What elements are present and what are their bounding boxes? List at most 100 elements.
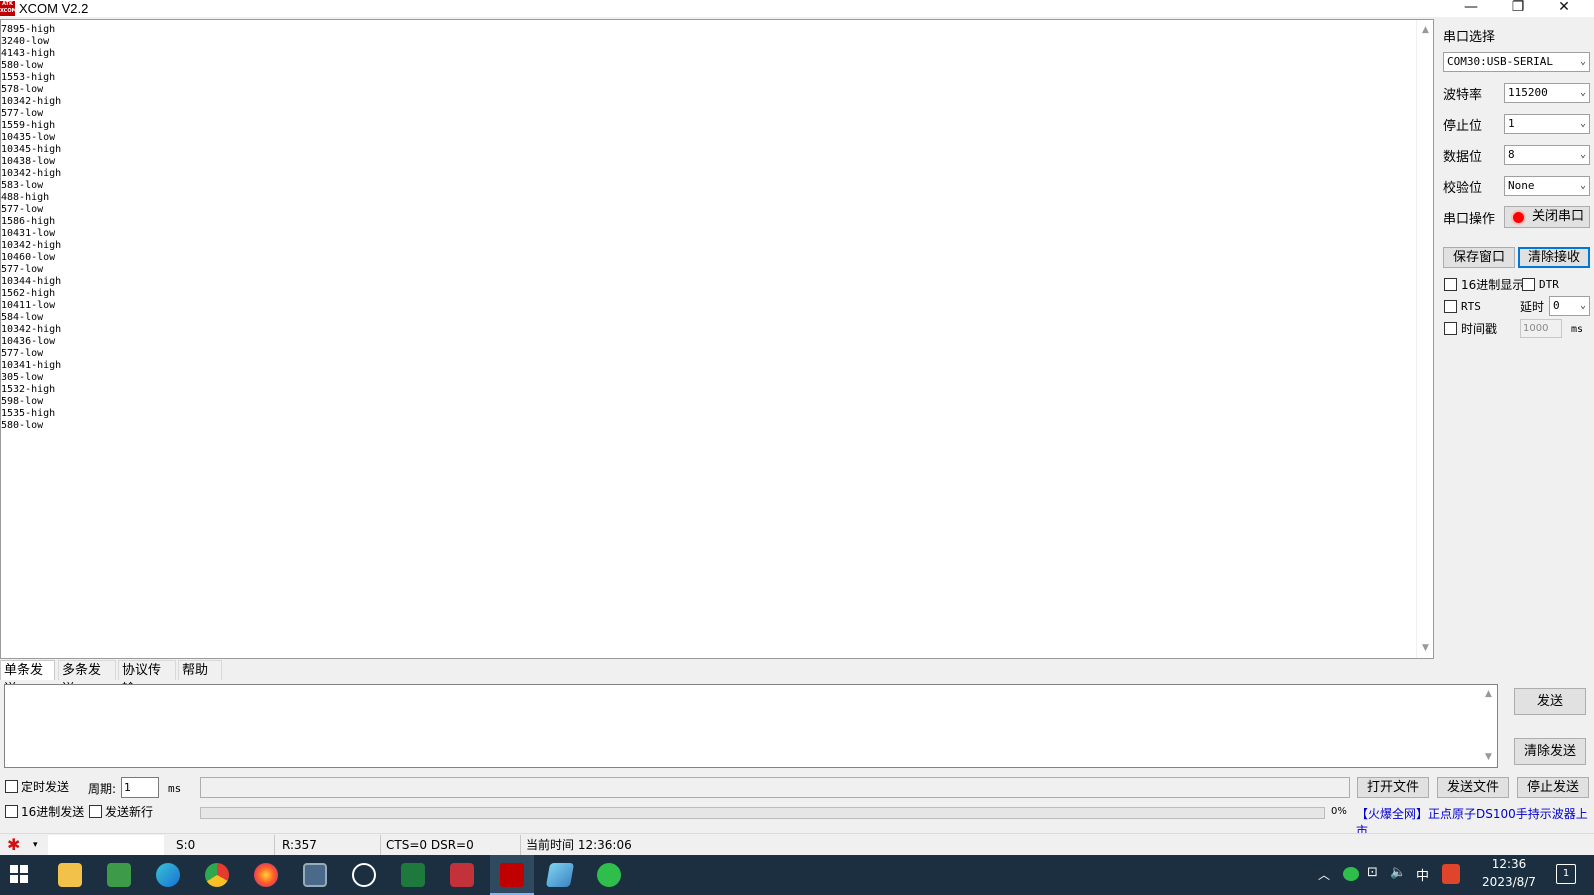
receive-scrollbar[interactable]: ▲ ▼ bbox=[1416, 20, 1433, 658]
title-bar: ATK XCOM XCOM V2.2 — ❐ ✕ bbox=[0, 0, 1594, 17]
send-progress-bar bbox=[200, 807, 1325, 819]
close-button[interactable]: ✕ bbox=[1542, 0, 1586, 17]
timestamp-input[interactable]: 1000 bbox=[1520, 319, 1562, 338]
hex-display-label: 16进制显示 bbox=[1461, 278, 1525, 292]
status-bar: ✱ ▾ S:0 R:357 CTS=0 DSR=0 DCD=0 当前时间 12:… bbox=[0, 833, 1594, 872]
windows-start-icon[interactable] bbox=[10, 865, 28, 883]
chevron-down-icon: ⌄ bbox=[1579, 180, 1586, 191]
hex-send-checkbox[interactable] bbox=[5, 805, 18, 818]
tab-help[interactable]: 帮助 bbox=[178, 660, 222, 680]
dtr-label: DTR bbox=[1539, 278, 1559, 291]
wechat-icon[interactable] bbox=[597, 863, 621, 887]
chrome-browser-icon[interactable] bbox=[205, 863, 229, 887]
tray-expand-icon[interactable]: ︿ bbox=[1318, 866, 1330, 883]
receive-log: 7895-high 3240-low 4143-high 580-low 155… bbox=[1, 24, 62, 431]
data-bits-select[interactable]: 8 ⌄ bbox=[1504, 145, 1590, 165]
delay-select[interactable]: 0 ⌄ bbox=[1549, 296, 1590, 316]
open-file-button[interactable]: 打开文件 bbox=[1357, 777, 1429, 798]
clock-time[interactable]: 12:36 bbox=[1486, 857, 1532, 871]
dtr-checkbox[interactable] bbox=[1522, 278, 1535, 291]
status-command-input[interactable] bbox=[48, 835, 164, 855]
volume-icon[interactable]: 🔈 bbox=[1390, 865, 1406, 880]
port-select[interactable]: COM30:USB-SERIAL ⌄ bbox=[1443, 52, 1590, 72]
delay-value: 0 bbox=[1553, 299, 1560, 312]
rts-label: RTS bbox=[1461, 300, 1481, 313]
tab-single-send[interactable]: 单条发送 bbox=[0, 660, 55, 697]
send-newline-label: 发送新行 bbox=[105, 805, 154, 819]
tab-protocol[interactable]: 协议传输 bbox=[118, 660, 176, 697]
ime-indicator[interactable]: 中 bbox=[1416, 865, 1429, 884]
delay-label: 延时 bbox=[1520, 300, 1545, 314]
send-progress-percent: 0% bbox=[1331, 806, 1347, 817]
send-newline-checkbox[interactable] bbox=[89, 805, 102, 818]
period-input[interactable]: 1 bbox=[121, 777, 159, 798]
timestamp-ms-label: ms bbox=[1571, 324, 1584, 335]
parity-value: None bbox=[1508, 179, 1535, 192]
chevron-down-icon: ⌄ bbox=[1579, 300, 1586, 311]
data-bits-value: 8 bbox=[1508, 148, 1515, 161]
period-ms-label: ms bbox=[168, 782, 182, 795]
clear-send-button[interactable]: 清除发送 bbox=[1514, 738, 1586, 765]
timed-send-label: 定时发送 bbox=[21, 780, 70, 794]
xcom-taskbar-button[interactable] bbox=[490, 855, 534, 895]
window-title: XCOM V2.2 bbox=[19, 1, 89, 16]
baud-label: 波特率 bbox=[1443, 88, 1483, 103]
app-logo-icon: ATK XCOM bbox=[0, 1, 15, 16]
file-path-input[interactable] bbox=[200, 777, 1350, 798]
tab-multi-send[interactable]: 多条发送 bbox=[58, 660, 116, 697]
firefox-browser-icon[interactable] bbox=[254, 863, 278, 887]
send-file-button[interactable]: 发送文件 bbox=[1437, 777, 1509, 798]
scroll-down-icon[interactable]: ▼ bbox=[1417, 640, 1434, 657]
calculator-icon[interactable] bbox=[303, 863, 327, 887]
port-op-label: 串口操作 bbox=[1443, 212, 1496, 227]
data-bits-label: 数据位 bbox=[1443, 150, 1483, 165]
stop-bits-value: 1 bbox=[1508, 117, 1515, 130]
parity-select[interactable]: None ⌄ bbox=[1504, 176, 1590, 196]
clock-date[interactable]: 2023/8/7 bbox=[1474, 875, 1544, 889]
signal-app-icon[interactable] bbox=[450, 863, 474, 887]
file-explorer-icon[interactable] bbox=[58, 863, 82, 887]
network-icon[interactable]: ⊡ bbox=[1367, 865, 1378, 880]
notification-icon[interactable]: 1 bbox=[1556, 864, 1576, 884]
chatgpt-icon[interactable] bbox=[352, 863, 376, 887]
stop-send-button[interactable]: 停止发送 bbox=[1517, 777, 1589, 798]
edge-browser-icon[interactable] bbox=[156, 863, 180, 887]
send-scrollbar[interactable]: ▲ ▼ bbox=[1480, 685, 1497, 767]
receive-textarea[interactable]: 7895-high 3240-low 4143-high 580-low 155… bbox=[0, 19, 1434, 659]
close-port-label: 关闭串口 bbox=[1531, 209, 1584, 224]
xcom-taskbar-icon bbox=[500, 863, 524, 887]
current-time: 当前时间 12:36:06 bbox=[526, 838, 632, 852]
keil-icon[interactable] bbox=[401, 863, 425, 887]
signal-status: CTS=0 DSR=0 DCD=0 bbox=[383, 835, 521, 872]
stop-bits-select[interactable]: 1 ⌄ bbox=[1504, 114, 1590, 134]
parity-label: 校验位 bbox=[1443, 181, 1483, 196]
notification-count: 1 bbox=[1562, 868, 1570, 879]
tray-wechat-icon[interactable] bbox=[1343, 867, 1359, 881]
hex-display-checkbox[interactable] bbox=[1444, 278, 1457, 291]
stop-bits-label: 停止位 bbox=[1443, 119, 1483, 134]
close-port-button[interactable]: 关闭串口 bbox=[1504, 206, 1590, 228]
notepad-plus-icon[interactable] bbox=[107, 863, 131, 887]
sent-count: S:0 bbox=[173, 835, 275, 855]
restore-button[interactable]: ❐ bbox=[1496, 0, 1540, 17]
minimize-button[interactable]: — bbox=[1449, 0, 1493, 17]
dropdown-arrow-icon[interactable]: ▾ bbox=[30, 835, 44, 855]
sogou-ime-icon[interactable] bbox=[1442, 864, 1460, 884]
save-window-button[interactable]: 保存窗口 bbox=[1443, 247, 1515, 268]
clear-receive-button[interactable]: 清除接收 bbox=[1518, 247, 1590, 268]
timestamp-checkbox[interactable] bbox=[1444, 322, 1457, 335]
period-label: 周期: bbox=[88, 782, 117, 796]
chevron-down-icon: ⌄ bbox=[1579, 118, 1586, 129]
scroll-up-icon[interactable]: ▲ bbox=[1480, 686, 1497, 703]
timed-send-checkbox[interactable] bbox=[5, 780, 18, 793]
whiteboard-icon[interactable] bbox=[545, 863, 575, 887]
send-button[interactable]: 发送 bbox=[1514, 688, 1586, 715]
port-select-value: COM30:USB-SERIAL bbox=[1447, 55, 1553, 68]
chevron-down-icon: ⌄ bbox=[1579, 149, 1586, 160]
baud-select[interactable]: 115200 ⌄ bbox=[1504, 83, 1590, 103]
scroll-down-icon[interactable]: ▼ bbox=[1480, 749, 1497, 766]
timestamp-label: 时间戳 bbox=[1461, 322, 1498, 336]
rts-checkbox[interactable] bbox=[1444, 300, 1457, 313]
send-textarea[interactable]: ▲ ▼ bbox=[4, 684, 1498, 768]
scroll-up-icon[interactable]: ▲ bbox=[1417, 22, 1434, 39]
